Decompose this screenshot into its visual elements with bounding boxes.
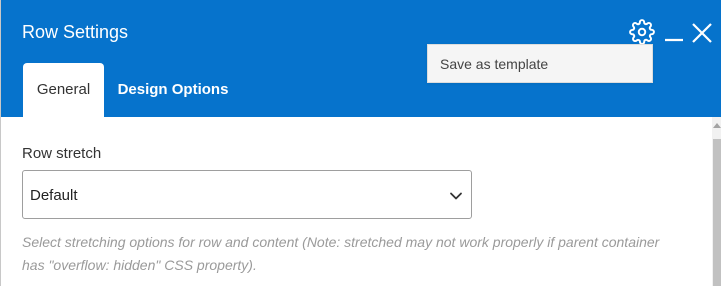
row-stretch-label: Row stretch: [22, 145, 102, 162]
row-stretch-selected-value: Default: [30, 187, 78, 204]
minimize-icon[interactable]: [663, 22, 685, 44]
row-settings-panel: Row Settings General Design Options Save…: [0, 0, 721, 286]
row-stretch-select[interactable]: Default: [22, 170, 472, 219]
vertical-scrollbar[interactable]: [712, 117, 721, 286]
scroll-up-arrow-icon[interactable]: [712, 121, 721, 131]
tab-design-options[interactable]: Design Options: [113, 63, 233, 117]
panel-title: Row Settings: [22, 22, 129, 42]
scrollbar-thumb[interactable]: [713, 139, 721, 286]
settings-dropdown-menu: Save as template: [427, 44, 653, 83]
row-stretch-help-text: Select stretching options for row and co…: [22, 234, 660, 273]
close-icon[interactable]: [690, 21, 714, 45]
tab-general[interactable]: General: [23, 63, 104, 117]
gear-icon[interactable]: [629, 19, 655, 45]
save-as-template-item[interactable]: Save as template: [440, 45, 548, 83]
chevron-down-icon: [450, 192, 462, 200]
